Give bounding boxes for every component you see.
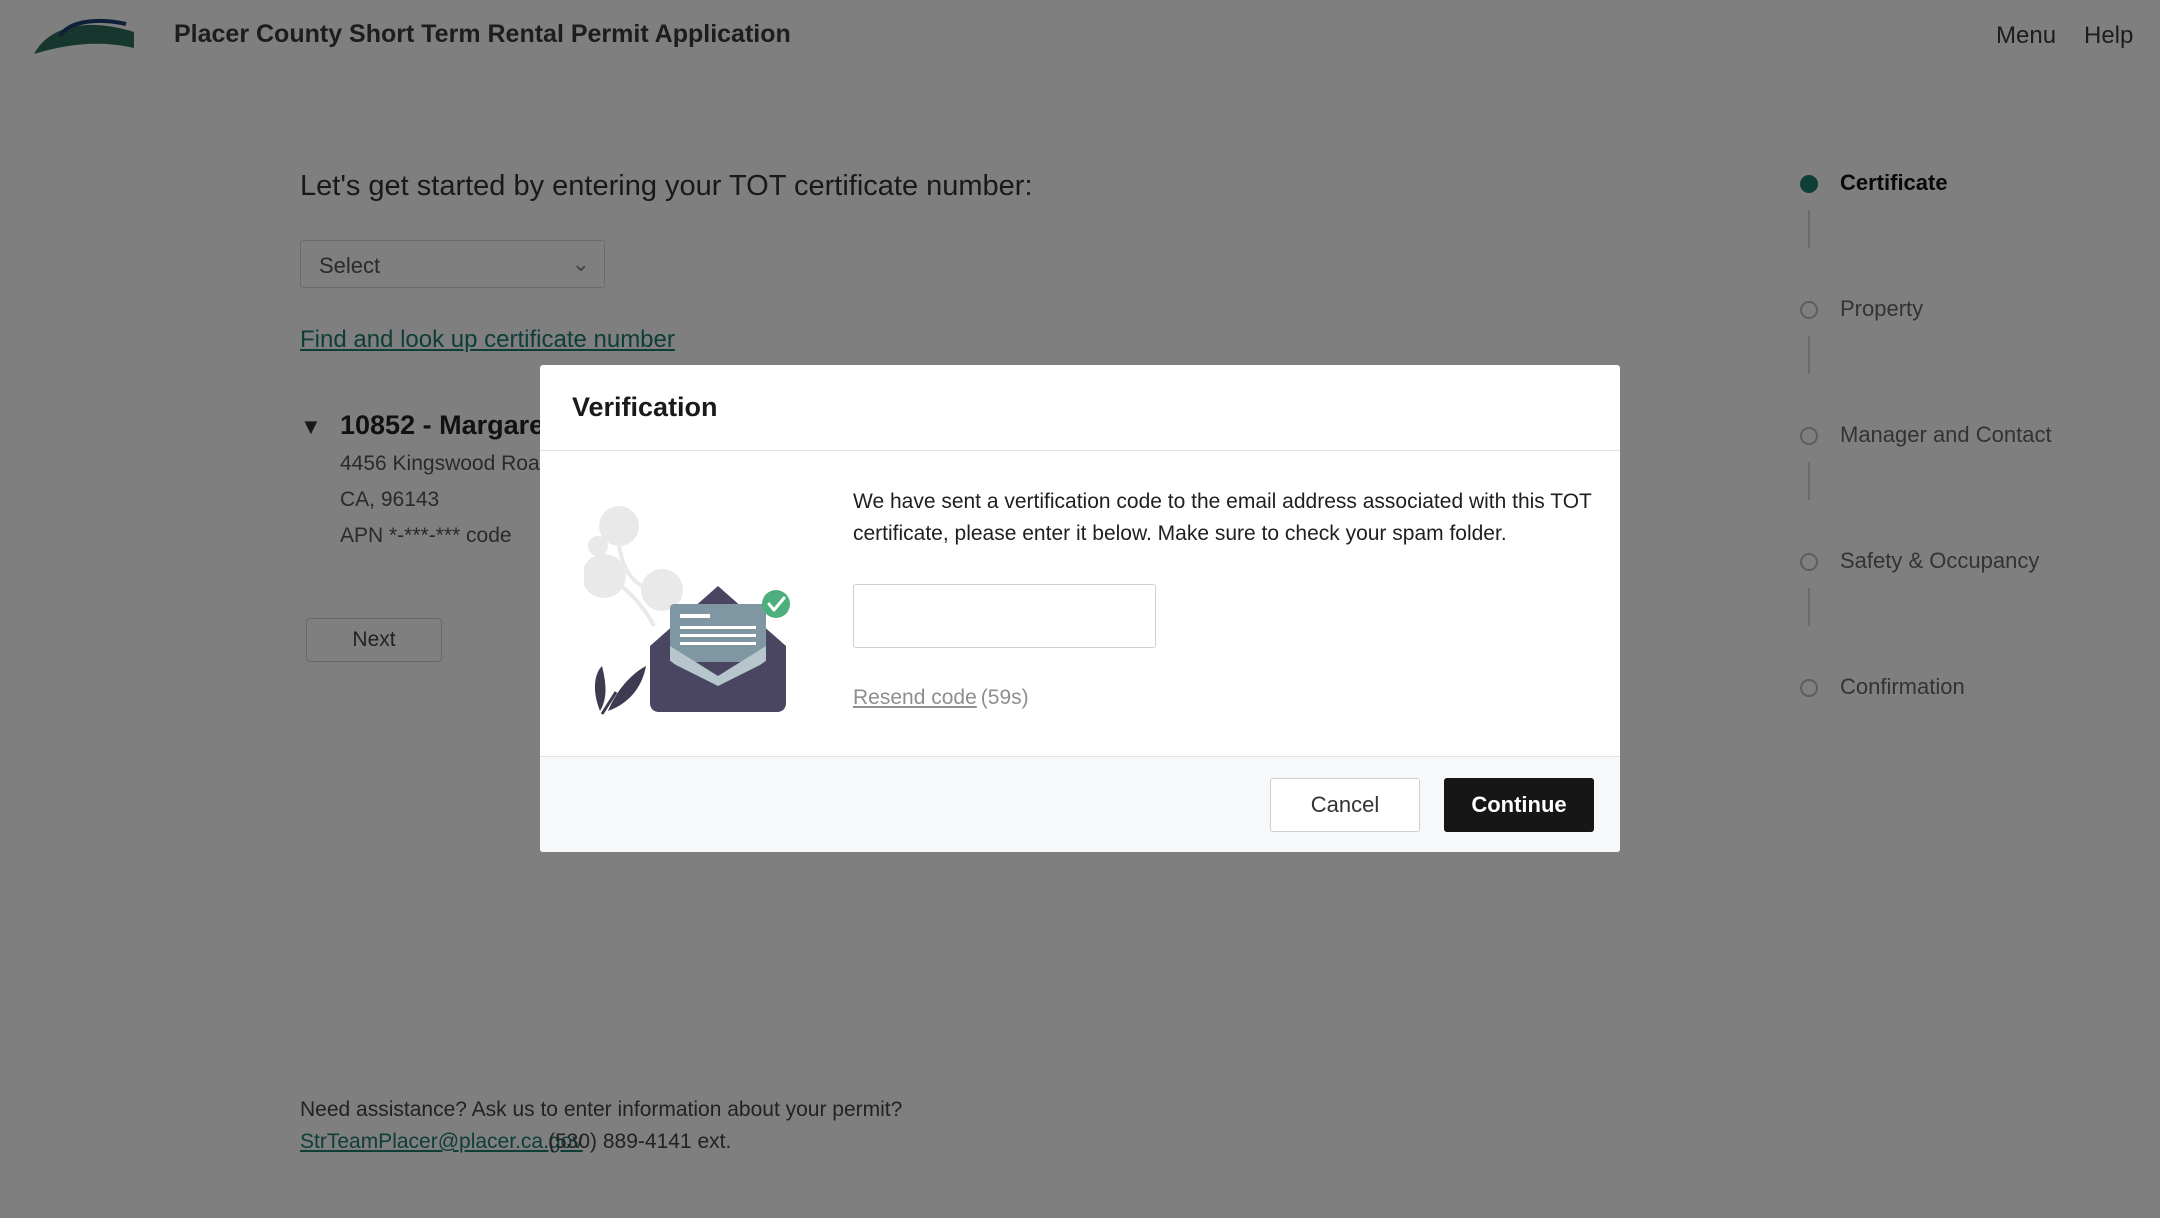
verification-code-input[interactable] xyxy=(853,584,1156,648)
resend-row: Resend code (59s) xyxy=(853,686,1029,710)
resend-code-link[interactable]: Resend code xyxy=(853,686,977,709)
modal-header: Verification xyxy=(540,365,1620,451)
verification-message: We have sent a vertification code to the… xyxy=(853,490,1592,545)
cancel-button[interactable]: Cancel xyxy=(1270,778,1420,832)
continue-button[interactable]: Continue xyxy=(1444,778,1594,832)
verification-modal: Verification We have sent a vertificatio… xyxy=(540,365,1620,852)
envelope-check-icon xyxy=(584,506,790,715)
modal-body: We have sent a vertification code to the… xyxy=(540,451,1620,756)
resend-countdown: (59s) xyxy=(980,686,1029,709)
modal-title: Verification xyxy=(572,392,718,422)
modal-footer: Cancel Continue xyxy=(540,756,1620,852)
